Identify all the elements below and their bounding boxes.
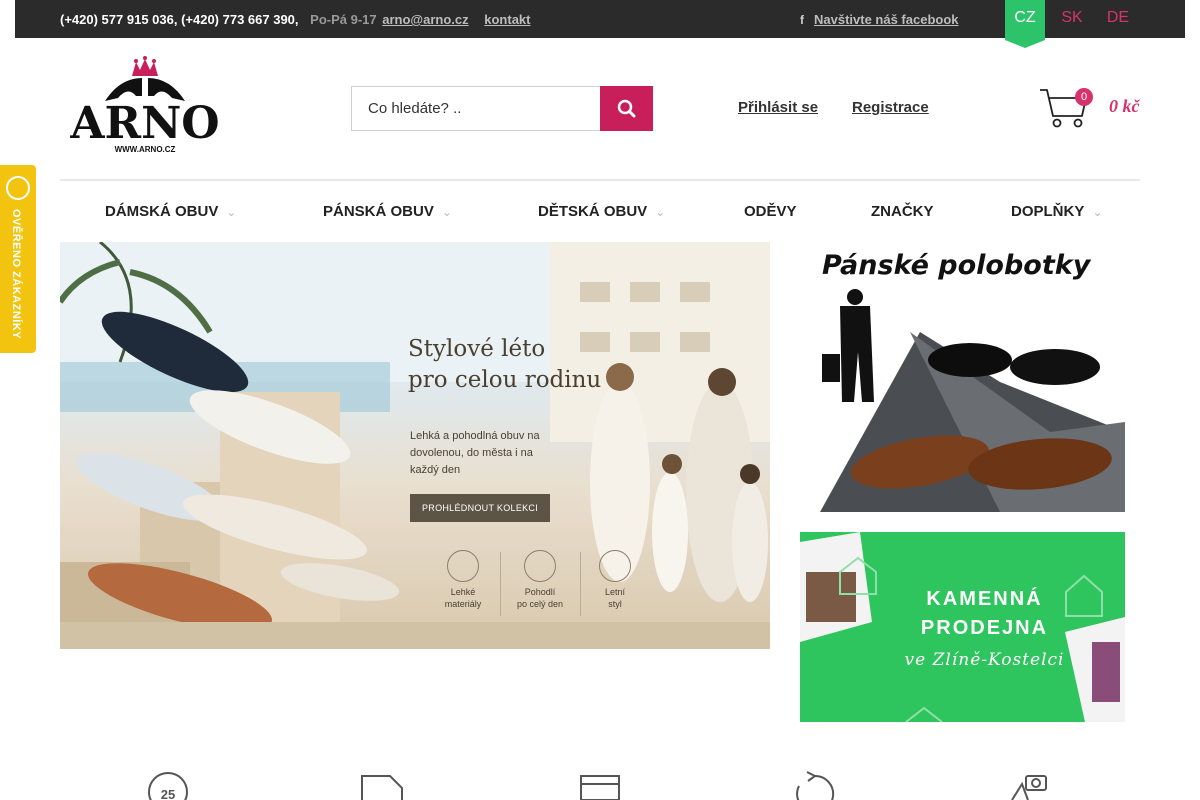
chevron-down-icon: ⌄	[441, 205, 452, 219]
feature-line-1: Lehké	[450, 587, 476, 597]
hero-subtext: Lehká a pohodlná obuv na dovolenou, do m…	[410, 430, 540, 476]
nav-clothing[interactable]: ODĚVY	[744, 203, 797, 220]
nav-label: ZNAČKY	[871, 203, 934, 220]
feature-comfort: Pohodlí po celý den	[505, 550, 575, 610]
nav-womens-shoes[interactable]: DÁMSKÁ OBUV ⌄	[105, 203, 236, 220]
mens-half-shoes-banner[interactable]: Pánské polobotky	[800, 242, 1125, 517]
cart-total: 0 kč	[1109, 96, 1140, 116]
hero-headline: Stylové léto pro celou rodinu	[408, 334, 601, 396]
return-icon	[793, 770, 837, 800]
header-divider	[60, 179, 1140, 181]
verified-seal-icon	[6, 176, 30, 200]
nav-accessories[interactable]: DOPLŇKY ⌄	[1011, 203, 1102, 220]
feature-line-2: styl	[608, 599, 622, 609]
mens-shoes-image	[820, 289, 1125, 512]
store-line-2: PRODEJNA	[920, 617, 1049, 639]
nav-label: DOPLŇKY	[1011, 203, 1085, 220]
foot-icon	[524, 550, 556, 582]
feature-line-1: Pohodlí	[524, 587, 556, 597]
store-line-1: KAMENNÁ	[926, 588, 1043, 610]
delivery-time-icon: 25	[146, 770, 190, 800]
logo-wordmark: ARNO	[69, 98, 219, 149]
chevron-down-icon: ⌄	[226, 205, 237, 219]
delivery-days-number: 25	[161, 787, 175, 800]
search-button[interactable]	[600, 86, 653, 131]
register-link[interactable]: Registrace	[852, 99, 929, 116]
hero-banner[interactable]: Stylové léto pro celou rodinu Lehká a po…	[60, 242, 770, 649]
feature-summer-style: Letní styl	[580, 550, 650, 610]
login-link[interactable]: Přihlásit se	[738, 99, 818, 116]
store-line-3: ve Zlíně-Kostelci	[904, 650, 1065, 670]
store-banner[interactable]: KAMENNÁ PRODEJNA ve Zlíně-Kostelci	[800, 532, 1125, 722]
sun-icon	[599, 550, 631, 582]
phone-numbers: (+420) 577 915 036, (+420) 773 667 390,	[60, 12, 299, 27]
opening-hours: Po-Pá 9-17	[310, 12, 377, 27]
nav-label: DĚTSKÁ OBUV	[538, 203, 648, 220]
verified-by-customers-badge[interactable]: OVĚŘENO ZÁKAZNÍKY	[0, 165, 36, 353]
nav-kids-shoes[interactable]: DĚTSKÁ OBUV ⌄	[538, 203, 665, 220]
facebook-link-label: Navštivte náš facebook	[814, 12, 959, 27]
facebook-link[interactable]: f Navštivte náš facebook	[800, 12, 959, 27]
search-form	[351, 86, 653, 131]
feature-line-2: po celý den	[516, 599, 564, 609]
verified-badge-label: OVĚŘENO ZÁKAZNÍKY	[10, 209, 22, 340]
facebook-icon: f	[800, 13, 804, 27]
nav-mens-shoes[interactable]: PÁNSKÁ OBUV ⌄	[323, 203, 452, 220]
feature-separator	[500, 552, 501, 616]
view-collection-button[interactable]: PROHLÉDNOUT KOLEKCI	[410, 494, 550, 522]
feature-light-materials: Lehké materiály	[428, 550, 498, 610]
top-bar: (+420) 577 915 036, (+420) 773 667 390, …	[15, 0, 1185, 48]
contact-info: (+420) 577 915 036, (+420) 773 667 390, …	[60, 12, 531, 27]
page: (+420) 577 915 036, (+420) 773 667 390, …	[0, 0, 1200, 800]
chevron-down-icon: ⌄	[655, 205, 666, 219]
nav-label: PÁNSKÁ OBUV	[323, 203, 434, 220]
search-input[interactable]	[351, 86, 601, 131]
email-link[interactable]: arno@arno.cz	[382, 12, 468, 27]
hero-headline-line-2: pro celou rodinu	[408, 367, 602, 393]
chevron-down-icon: ⌄	[1092, 205, 1103, 219]
arno-logo[interactable]: ARNO WWW.ARNO.CZ	[60, 56, 230, 156]
nav-label: ODĚVY	[744, 203, 797, 220]
photo-icon	[1008, 770, 1052, 800]
language-de[interactable]: DE	[1103, 0, 1133, 38]
document-icon	[360, 770, 404, 800]
nav-label: DÁMSKÁ OBUV	[105, 203, 219, 220]
nav-brands[interactable]: ZNAČKY	[871, 203, 934, 220]
language-sk[interactable]: SK	[1057, 0, 1087, 38]
cart[interactable]: 0 0 kč	[1038, 86, 1143, 130]
cart-count-badge: 0	[1075, 88, 1093, 106]
search-icon	[617, 99, 636, 118]
logo-url: WWW.ARNO.CZ	[115, 145, 176, 154]
hero-headline-line-1: Stylové léto	[408, 336, 546, 362]
package-icon	[578, 770, 622, 800]
language-cz[interactable]: CZ	[1005, 0, 1045, 48]
contact-link[interactable]: kontakt	[484, 12, 530, 27]
feature-line-2: materiály	[444, 599, 482, 609]
feature-line-1: Letní	[604, 587, 626, 597]
feather-icon	[447, 550, 479, 582]
